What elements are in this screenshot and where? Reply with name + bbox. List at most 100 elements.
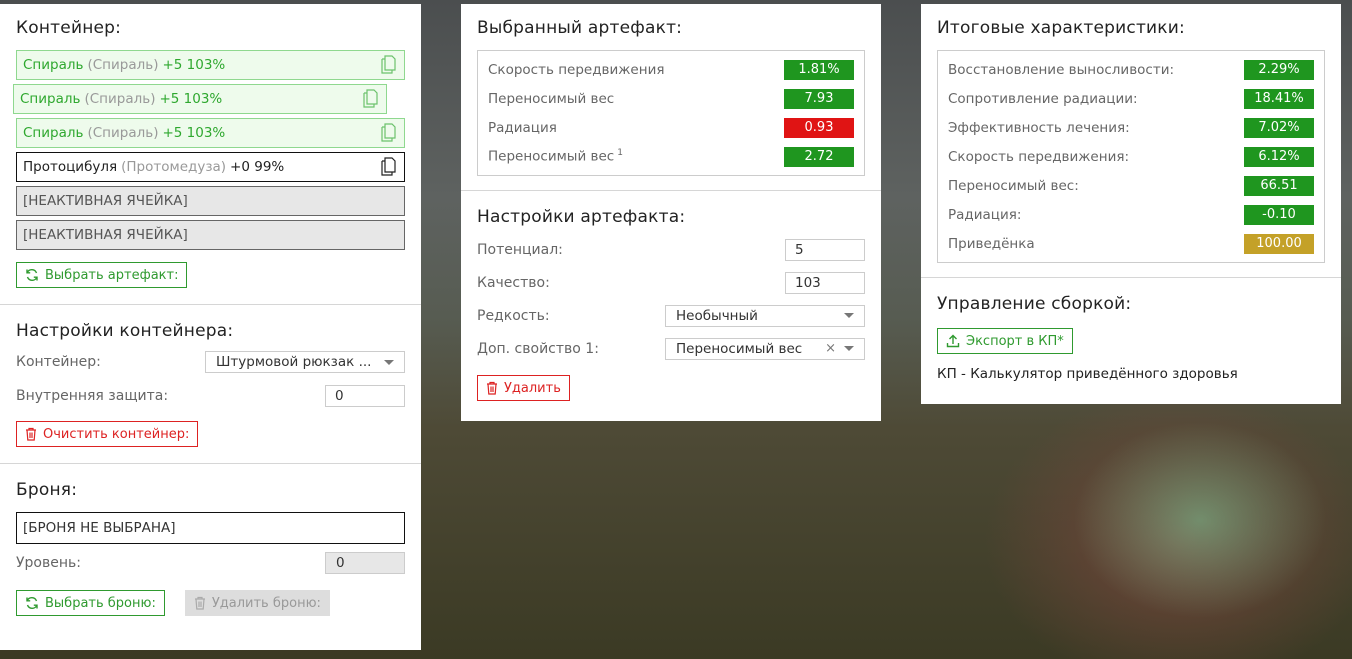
protection-input[interactable]: 0 xyxy=(325,385,405,407)
totals-title: Итоговые характеристики: xyxy=(937,18,1185,38)
container-section: Контейнер: Спираль (Спираль) +5 103% Спи… xyxy=(0,4,421,305)
totals-stat-row: Приведёнка 100.00 xyxy=(948,229,1314,258)
build-note: КП - Калькулятор приведённого здоровья xyxy=(937,366,1238,382)
slot-bonus: +5 103% xyxy=(159,91,223,107)
artifact-stat-row: Радиация 0.93 xyxy=(488,113,854,142)
build-section: Управление сборкой: Экспорт в КП* КП - К… xyxy=(921,278,1341,394)
slot-bonus: +5 103% xyxy=(162,125,226,141)
delete-artifact-label: Удалить xyxy=(504,380,561,396)
inactive-slot: [НЕАКТИВНАЯ ЯЧЕЙКА] xyxy=(16,220,405,250)
stat-label: Скорость передвижения: xyxy=(948,148,1130,165)
totals-stat-row: Эффективность лечения: 7.02% xyxy=(948,113,1314,142)
armor-slot[interactable]: [БРОНЯ НЕ ВЫБРАНА] xyxy=(16,512,405,544)
stat-footnote: 1 xyxy=(617,148,623,159)
slot-bonus: +0 99% xyxy=(230,159,285,175)
slot-name: Спираль xyxy=(20,91,81,107)
trash-icon xyxy=(487,381,497,395)
potential-label: Потенциал: xyxy=(477,241,563,258)
stat-value: 7.93 xyxy=(784,88,854,109)
stat-label: Переносимый вес xyxy=(488,90,615,107)
totals-stat-row: Радиация: -0.10 xyxy=(948,200,1314,229)
artifact-stat-row: Переносимый вес 7.93 xyxy=(488,84,854,113)
stat-label: Эффективность лечения: xyxy=(948,119,1130,136)
slot-subname: (Спираль) xyxy=(84,91,156,107)
quality-label: Качество: xyxy=(477,274,550,291)
middle-panel: Выбранный артефакт: Скорость передвижени… xyxy=(461,4,881,421)
clear-container-label: Очистить контейнер: xyxy=(43,426,190,442)
refresh-icon xyxy=(26,597,38,609)
potential-input-value: 5 xyxy=(795,241,804,258)
stat-value: 18.41% xyxy=(1244,88,1314,109)
stat-value: 100.00 xyxy=(1244,233,1314,254)
totals-stat-row: Переносимый вес: 66.51 xyxy=(948,171,1314,200)
extra-property-label: Доп. свойство 1: xyxy=(477,340,599,357)
armor-level-input: 0 xyxy=(325,552,405,574)
stat-label: Переносимый вес xyxy=(488,148,615,165)
choose-armor-button[interactable]: Выбрать броню: xyxy=(16,590,165,616)
container-slot[interactable]: Спираль (Спираль) +5 103% xyxy=(16,50,405,80)
totals-stat-row: Сопротивление радиации: 18.41% xyxy=(948,84,1314,113)
slot-subname: (Спираль) xyxy=(87,125,159,141)
quality-input[interactable]: 103 xyxy=(785,271,865,294)
delete-artifact-button[interactable]: Удалить xyxy=(477,375,570,401)
build-title: Управление сборкой: xyxy=(937,294,1132,314)
container-title: Контейнер: xyxy=(16,18,122,38)
potential-input[interactable]: 5 xyxy=(785,238,865,261)
rarity-label: Редкость: xyxy=(477,307,550,324)
artifact-stats: Скорость передвижения 1.81% Переносимый … xyxy=(477,50,865,176)
copy-icon[interactable] xyxy=(363,89,378,108)
inactive-slot: [НЕАКТИВНАЯ ЯЧЕЙКА] xyxy=(16,186,405,216)
extra-property-value: Переносимый вес xyxy=(676,340,803,357)
stat-value: 1.81% xyxy=(784,59,854,80)
refresh-icon xyxy=(26,269,38,281)
container-settings-section: Настройки контейнера: Контейнер: Штурмов… xyxy=(0,305,421,464)
artifact-settings-title: Настройки артефакта: xyxy=(477,207,686,227)
stat-label: Радиация xyxy=(488,119,557,136)
container-slot[interactable]: Спираль (Спираль) +5 103% xyxy=(13,84,387,114)
clear-icon[interactable]: × xyxy=(825,341,836,356)
copy-icon[interactable] xyxy=(381,157,396,176)
quality-input-value: 103 xyxy=(795,274,821,291)
inactive-slot-label: [НЕАКТИВНАЯ ЯЧЕЙКА] xyxy=(23,193,188,209)
protection-input-value: 0 xyxy=(335,388,344,404)
copy-icon[interactable] xyxy=(381,55,396,74)
choose-armor-label: Выбрать броню: xyxy=(45,595,156,611)
armor-section: Броня: [БРОНЯ НЕ ВЫБРАНА] Уровень: 0 Выб… xyxy=(0,464,421,628)
remove-armor-label: Удалить броню: xyxy=(211,595,321,611)
trash-icon xyxy=(194,596,205,610)
slot-subname: (Протомедуза) xyxy=(121,159,227,175)
slot-name: Спираль xyxy=(23,125,84,141)
stat-label: Приведёнка xyxy=(948,235,1035,252)
totals-stat-row: Скорость передвижения: 6.12% xyxy=(948,142,1314,171)
choose-artifact-label: Выбрать артефакт: xyxy=(45,267,179,283)
copy-icon[interactable] xyxy=(381,123,396,142)
clear-container-button[interactable]: Очистить контейнер: xyxy=(16,421,199,447)
artifact-stat-row: Скорость передвижения 1.81% xyxy=(488,55,854,84)
chevron-down-icon xyxy=(844,313,854,318)
stat-label: Восстановление выносливости: xyxy=(948,61,1175,78)
stat-label: Скорость передвижения xyxy=(488,61,665,78)
choose-artifact-button[interactable]: Выбрать артефакт: xyxy=(16,262,188,288)
armor-level-label: Уровень: xyxy=(16,555,81,571)
extra-property-select[interactable]: Переносимый вес × xyxy=(665,337,865,360)
container-slot[interactable]: Спираль (Спираль) +5 103% xyxy=(16,118,405,148)
trash-icon xyxy=(26,427,36,441)
stat-label: Радиация: xyxy=(948,206,1022,223)
artifact-settings-section: Настройки артефакта: Потенциал: 5 Качест… xyxy=(461,191,881,413)
chevron-down-icon xyxy=(844,346,854,351)
stat-value: 66.51 xyxy=(1244,175,1314,196)
remove-armor-button: Удалить броню: xyxy=(184,590,330,616)
armor-title: Броня: xyxy=(16,480,78,500)
container-slot[interactable]: Протоцибуля (Протомедуза) +0 99% xyxy=(16,152,405,182)
slot-name: Протоцибуля xyxy=(23,159,118,175)
armor-selected: [БРОНЯ НЕ ВЫБРАНА] xyxy=(23,520,176,536)
container-select[interactable]: Штурмовой рюкзак ... xyxy=(205,351,405,373)
selected-artifact-title: Выбранный артефакт: xyxy=(477,18,683,38)
upload-icon xyxy=(946,334,960,348)
container-label: Контейнер: xyxy=(16,354,101,370)
stat-value: -0.10 xyxy=(1244,204,1314,225)
export-button[interactable]: Экспорт в КП* xyxy=(937,328,1073,354)
rarity-select[interactable]: Необычный xyxy=(665,304,865,327)
stat-value: 2.29% xyxy=(1244,59,1314,80)
totals-stat-row: Восстановление выносливости: 2.29% xyxy=(948,55,1314,84)
